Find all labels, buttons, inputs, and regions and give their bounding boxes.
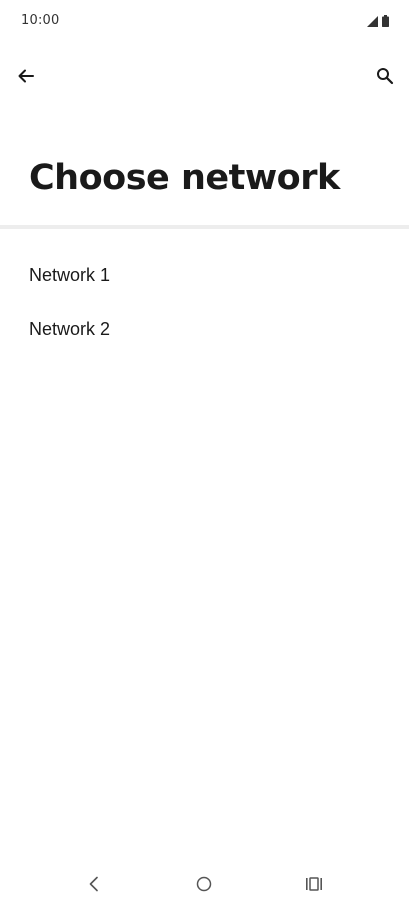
back-button[interactable] [4, 56, 48, 100]
nav-recents-button[interactable] [294, 866, 334, 906]
status-time: 10:00 [21, 13, 60, 28]
network-label: Network 1 [29, 264, 111, 285]
app-bar [0, 56, 409, 100]
signal-icon [367, 16, 378, 27]
network-label: Network 2 [29, 318, 111, 339]
nav-recents-icon [305, 876, 323, 896]
search-icon [376, 67, 394, 89]
status-icons [367, 15, 389, 27]
nav-home-button[interactable] [184, 866, 224, 906]
network-item-2[interactable]: Network 2 [0, 302, 409, 356]
nav-back-icon [87, 876, 101, 896]
status-bar: 10:00 [0, 0, 409, 42]
nav-home-icon [196, 876, 212, 896]
battery-icon [382, 15, 389, 27]
network-item-1[interactable]: Network 1 [0, 248, 409, 302]
nav-back-button[interactable] [74, 866, 114, 906]
search-button[interactable] [363, 56, 407, 100]
divider [0, 225, 409, 229]
arrow-left-icon [17, 67, 35, 89]
network-list: Network 1 Network 2 [0, 248, 409, 356]
page-title: Choose network [29, 158, 340, 198]
navigation-bar [0, 862, 409, 910]
